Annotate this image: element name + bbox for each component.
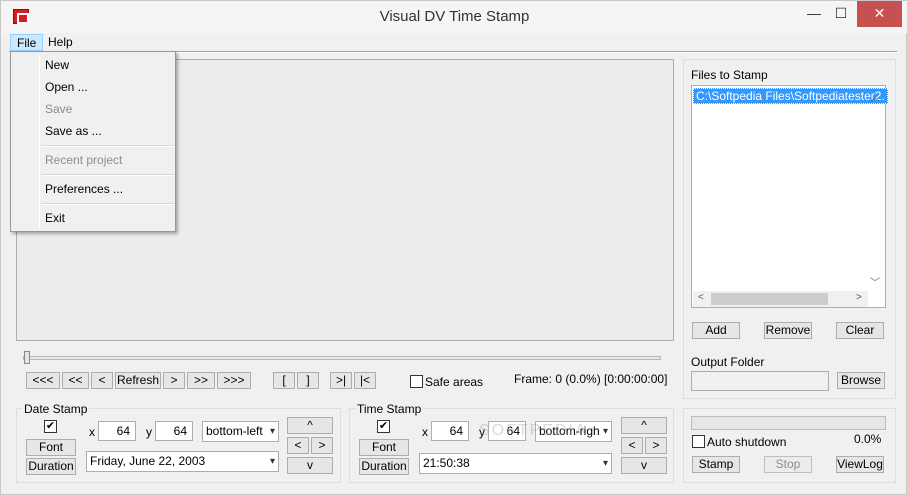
clear-button[interactable]: Clear bbox=[836, 322, 884, 339]
date-stamp-label: Date Stamp bbox=[22, 402, 90, 416]
safe-areas-label: Safe areas bbox=[425, 375, 484, 389]
files-list[interactable]: C:\Softpedia Files\Softpediatester2. ︿ ﹀… bbox=[691, 85, 888, 308]
goto-end-button[interactable]: >| bbox=[330, 372, 352, 389]
stop-button[interactable]: Stop bbox=[764, 456, 812, 473]
auto-shutdown-checkbox[interactable] bbox=[692, 435, 705, 448]
files-to-stamp-label: Files to Stamp bbox=[691, 68, 768, 82]
scroll-down-icon[interactable]: ﹀ bbox=[870, 274, 880, 289]
window-title: Visual DV Time Stamp bbox=[379, 8, 530, 25]
date-move-down-button[interactable]: v bbox=[287, 457, 333, 474]
refresh-button[interactable]: Refresh bbox=[115, 372, 161, 389]
menu-item-exit[interactable]: Exit bbox=[45, 211, 65, 225]
date-format-select[interactable]: Friday, June 22, 2003 ▾ bbox=[86, 451, 279, 472]
chevron-down-icon: ▾ bbox=[602, 426, 608, 437]
chevron-down-icon: ▾ bbox=[602, 458, 608, 469]
time-x-label: x bbox=[422, 425, 428, 439]
forward-fast-button[interactable]: >> bbox=[187, 372, 215, 389]
frame-trackbar-thumb[interactable] bbox=[24, 351, 30, 364]
menu-help[interactable]: Help bbox=[42, 34, 79, 51]
progress-bar bbox=[691, 416, 886, 430]
date-x-field[interactable]: 64 bbox=[98, 421, 136, 441]
date-y-label: y bbox=[146, 425, 152, 439]
remove-button[interactable]: Remove bbox=[764, 322, 812, 339]
main-window: Visual DV Time Stamp — ☐ ✕ File Help Fil… bbox=[0, 0, 907, 495]
output-folder-label: Output Folder bbox=[691, 355, 765, 369]
time-font-button[interactable]: Font bbox=[359, 439, 409, 456]
time-move-down-button[interactable]: v bbox=[621, 457, 667, 474]
scrollbar-thumb[interactable] bbox=[711, 293, 828, 305]
date-duration-button[interactable]: Duration bbox=[26, 458, 76, 475]
scroll-right-icon[interactable]: > bbox=[856, 292, 862, 303]
time-move-up-button[interactable]: ^ bbox=[621, 417, 667, 434]
forward-button[interactable]: > bbox=[163, 372, 185, 389]
date-move-left-button[interactable]: < bbox=[287, 437, 309, 454]
back-button[interactable]: < bbox=[91, 372, 113, 389]
menu-item-new[interactable]: New bbox=[45, 58, 69, 72]
chevron-down-icon: ▾ bbox=[269, 426, 275, 437]
menu-item-save[interactable]: Save bbox=[45, 102, 72, 116]
scroll-left-icon[interactable]: < bbox=[698, 292, 704, 303]
date-x-label: x bbox=[89, 425, 95, 439]
time-stamp-checkbox[interactable]: ✔ bbox=[377, 420, 390, 433]
safe-areas-checkbox[interactable] bbox=[410, 375, 423, 388]
first-frame-button[interactable]: <<< bbox=[26, 372, 60, 389]
horizontal-scrollbar[interactable]: < > bbox=[693, 291, 868, 307]
menu-gutter bbox=[39, 54, 40, 229]
menu-separator bbox=[42, 145, 174, 147]
menu-separator bbox=[42, 174, 174, 176]
frame-trackbar[interactable] bbox=[23, 356, 661, 360]
minimize-button[interactable]: — bbox=[800, 1, 828, 27]
date-y-field[interactable]: 64 bbox=[155, 421, 193, 441]
progress-percent: 0.0% bbox=[854, 432, 882, 446]
mark-out-button[interactable]: ] bbox=[297, 372, 319, 389]
file-dropdown-menu: New Open ... Save Save as ... Recent pro… bbox=[10, 51, 176, 232]
time-x-field[interactable]: 64 bbox=[431, 421, 469, 441]
goto-start-button[interactable]: |< bbox=[354, 372, 376, 389]
menu-separator bbox=[42, 203, 174, 205]
browse-button[interactable]: Browse bbox=[837, 372, 885, 389]
close-button[interactable]: ✕ bbox=[857, 1, 902, 27]
stamp-button[interactable]: Stamp bbox=[692, 456, 740, 473]
menu-item-open[interactable]: Open ... bbox=[45, 80, 88, 94]
menu-bar: File Help bbox=[1, 33, 907, 51]
menu-item-recent-project[interactable]: Recent project bbox=[45, 153, 122, 167]
add-button[interactable]: Add bbox=[692, 322, 740, 339]
chevron-down-icon: ▾ bbox=[269, 456, 275, 467]
maximize-button[interactable]: ☐ bbox=[827, 1, 855, 27]
last-frame-button[interactable]: >>> bbox=[217, 372, 251, 389]
viewlog-button[interactable]: ViewLog bbox=[836, 456, 884, 473]
date-move-right-button[interactable]: > bbox=[311, 437, 333, 454]
menu-item-save-as[interactable]: Save as ... bbox=[45, 124, 102, 138]
time-duration-button[interactable]: Duration bbox=[359, 458, 409, 475]
time-format-value: 21:50:38 bbox=[423, 456, 470, 470]
title-bar: Visual DV Time Stamp — ☐ ✕ bbox=[1, 1, 907, 33]
output-folder-field[interactable] bbox=[691, 371, 829, 391]
auto-shutdown-label: Auto shutdown bbox=[707, 435, 787, 449]
file-list-item[interactable]: C:\Softpedia Files\Softpediatester2. bbox=[693, 88, 888, 104]
date-position-select[interactable]: bottom-left ▾ bbox=[202, 421, 279, 442]
scroll-up-icon[interactable]: ︿ bbox=[870, 89, 880, 104]
watermark-text: SOFTPEDIA bbox=[479, 422, 588, 439]
date-move-up-button[interactable]: ^ bbox=[287, 417, 333, 434]
menu-file[interactable]: File bbox=[10, 34, 44, 51]
time-format-select[interactable]: 21:50:38 ▾ bbox=[419, 453, 612, 474]
time-move-left-button[interactable]: < bbox=[621, 437, 643, 454]
back-fast-button[interactable]: << bbox=[62, 372, 89, 389]
date-stamp-checkbox[interactable]: ✔ bbox=[44, 420, 57, 433]
time-move-right-button[interactable]: > bbox=[645, 437, 667, 454]
mark-in-button[interactable]: [ bbox=[273, 372, 295, 389]
date-font-button[interactable]: Font bbox=[26, 439, 76, 456]
date-position-value: bottom-left bbox=[206, 424, 263, 438]
frame-info: Frame: 0 (0.0%) [0:00:00:00] bbox=[514, 372, 668, 386]
time-stamp-label: Time Stamp bbox=[355, 402, 424, 416]
menu-item-preferences[interactable]: Preferences ... bbox=[45, 182, 123, 196]
date-format-value: Friday, June 22, 2003 bbox=[90, 454, 206, 468]
